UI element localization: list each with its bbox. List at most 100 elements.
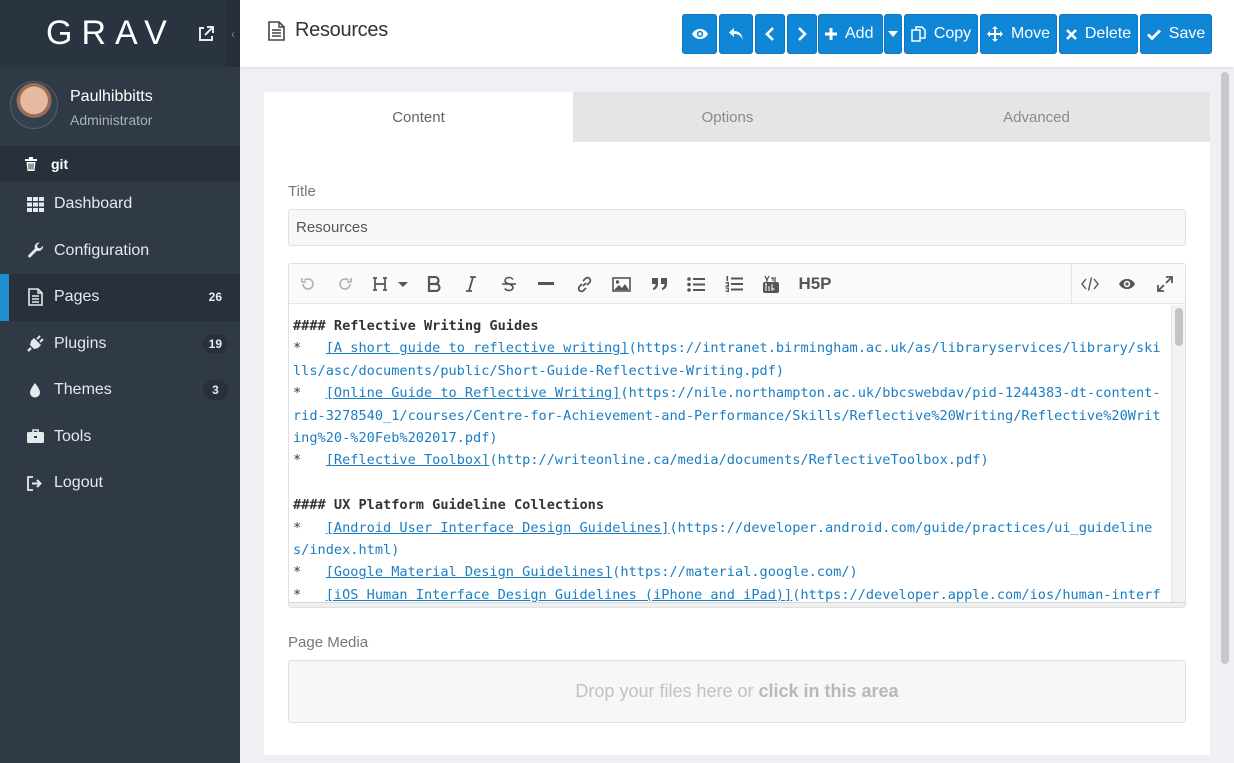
sidebar-item-plugins[interactable]: Plugins 19 [0,321,240,368]
markdown-text-area[interactable]: #### Reflective Writing Guides * [A short… [289,305,1171,603]
strikethrough-icon[interactable] [491,264,527,304]
sidebar-collapse-toggle[interactable]: ‹ [226,0,240,67]
copy-icon [911,26,926,42]
file-icon [268,20,285,41]
unordered-list-icon[interactable] [678,264,714,304]
dropzone-click-text[interactable]: click in this area [759,681,899,702]
sidebar-item-dashboard[interactable]: Dashboard [0,181,240,228]
sidebar-item-configuration[interactable]: Configuration [0,228,240,275]
list-bullet: * [293,385,326,402]
user-name[interactable]: Paulhibbitts [70,88,153,106]
copy-button[interactable]: Copy [904,14,978,54]
sidebar-nav: Dashboard Configuration Pages 26 Plugins… [0,181,240,507]
list-bullet: * [293,340,326,357]
sidebar-item-tools[interactable]: Tools [0,414,240,461]
tab-options[interactable]: Options [573,92,882,142]
undo-icon[interactable] [290,264,326,304]
markdown-link-text[interactable]: [Reflective Toolbox] [326,452,490,468]
sidebar-item-pages[interactable]: Pages 26 [0,274,240,321]
external-link-icon[interactable] [197,25,215,43]
plug-icon [26,335,44,353]
dropzone-text: Drop your files here or [575,681,754,701]
briefcase-icon [26,428,44,446]
avatar[interactable] [10,81,58,129]
user-panel[interactable]: Paulhibbitts Administrator [0,67,240,147]
list-bullet: * [293,564,326,581]
title-input[interactable]: Resources [288,209,1186,246]
eye-icon[interactable] [1109,264,1145,304]
chevron-left-icon [765,27,774,41]
bold-icon[interactable] [416,264,452,304]
sidebar-item-label: Pages [54,288,100,306]
code-icon[interactable] [1072,264,1108,304]
horizontal-rule-icon[interactable] [528,264,564,304]
list-bullet: * [293,452,326,469]
grav-logo[interactable]: GRAV [46,14,176,53]
move-button-label: Move [1010,25,1051,42]
add-button-label: Add [845,25,874,42]
link-icon[interactable] [566,264,602,304]
file-icon [26,288,44,307]
next-page-button[interactable] [787,14,817,54]
sidebar-item-label: Dashboard [54,195,133,213]
page-media-label: Page Media [288,634,369,651]
sidebar-item-logout[interactable]: Logout [0,460,240,507]
save-button-label: Save [1168,25,1206,42]
media-dropzone[interactable]: Drop your files here or click in this ar… [288,660,1186,723]
move-button[interactable]: Move [980,14,1057,54]
markdown-link-text[interactable]: [Online Guide to Reflective Writing] [326,385,621,401]
markdown-link-text[interactable]: [iOS Human Interface Design Guidelines (… [326,587,793,603]
add-dropdown-toggle[interactable] [884,14,902,54]
italic-icon[interactable] [453,264,489,304]
youtube-icon[interactable] [753,264,789,304]
trash-icon [25,157,37,171]
h5p-button[interactable]: H5P [793,264,837,304]
check-icon [1146,29,1161,40]
wrench-icon [26,242,44,260]
editor-toolbar: H5P [289,264,1185,304]
caret-down-icon [888,31,898,37]
themes-count-badge: 3 [203,380,228,400]
top-bar: Resources Add Copy Move Delete Save [240,0,1234,67]
blockquote-icon[interactable] [641,264,677,304]
sidebar-item-label: Themes [54,381,112,399]
markdown-link-text[interactable]: [A short guide to reflective writing] [326,340,629,356]
previous-page-button[interactable] [755,14,785,54]
th-icon [26,195,44,213]
markdown-list-item: * [iOS Human Interface Design Guidelines… [293,584,1167,603]
plugins-count-badge: 19 [202,333,228,354]
copy-button-label: Copy [933,25,972,42]
markdown-heading-line: #### UX Platform Guideline Collections [293,497,604,514]
heading-dropdown-icon[interactable] [369,264,413,304]
delete-button[interactable]: Delete [1059,14,1138,54]
eye-icon [691,29,708,39]
sign-out-icon [26,474,44,492]
markdown-link-text[interactable]: [Google Material Design Guidelines] [326,564,612,580]
tab-advanced[interactable]: Advanced [882,92,1191,142]
markdown-link-text[interactable]: [Android User Interface Design Guideline… [326,520,670,536]
preview-button[interactable] [682,14,717,54]
title-label: Title [288,183,316,200]
ordered-list-icon[interactable] [716,264,752,304]
redo-icon[interactable] [327,264,363,304]
page-title-text: Resources [295,19,388,41]
git-sync-item[interactable]: git [0,147,240,181]
editor-scrollbar[interactable] [1171,305,1185,603]
sidebar: GRAV ‹ Paulhibbitts Administrator git Da… [0,0,240,763]
editor-resize-handle[interactable] [289,602,1185,607]
page-scrollbar-thumb[interactable] [1221,72,1229,664]
tab-content[interactable]: Content [264,92,573,142]
sidebar-item-label: Logout [54,474,103,492]
markdown-link-url: (http://writeonline.ca/media/documents/R… [489,452,989,469]
fullscreen-icon[interactable] [1147,264,1183,304]
editor-scrollbar-thumb[interactable] [1175,308,1183,346]
sidebar-item-themes[interactable]: Themes 3 [0,367,240,414]
save-button[interactable]: Save [1140,14,1212,54]
sidebar-item-label: Configuration [54,241,150,259]
revert-button[interactable] [719,14,753,54]
image-icon[interactable] [603,264,639,304]
markdown-link-url: (https://material.google.com/) [612,564,858,581]
markdown-list-item: * [Android User Interface Design Guideli… [293,517,1167,562]
add-button[interactable]: Add [818,14,883,54]
